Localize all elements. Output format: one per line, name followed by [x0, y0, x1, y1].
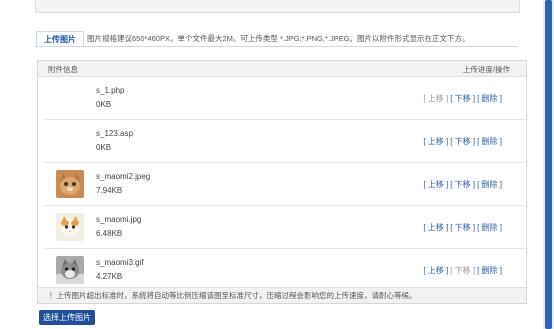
- move-down-link[interactable]: [ 下移 ]: [450, 223, 475, 232]
- delete-link[interactable]: [ 删除 ]: [477, 266, 502, 275]
- file-name: s_maomi3.gif: [96, 258, 144, 267]
- header-progress-ops: 上传进度/操作: [462, 65, 510, 74]
- image-thumbnail: [56, 256, 84, 284]
- attachment-panel: 附件信息 上传进度/操作 s_1.php 0KB[ 上移 ][ 下移 ][ 删除 …: [37, 60, 527, 304]
- move-up-link: [ 上移 ]: [423, 94, 449, 103]
- file-size: 6.48KB: [96, 229, 123, 238]
- tab-divider: [35, 46, 518, 47]
- attachment-table-header: 附件信息 上传进度/操作: [38, 61, 526, 77]
- header-attachment-info: 附件信息: [48, 65, 78, 74]
- move-up-link[interactable]: [ 上移 ]: [423, 266, 448, 275]
- attachment-row: s_1.php 0KB [ 上移 ][ 下移 ][ 删除 ]: [44, 77, 525, 120]
- row-operations: [ 上移 ][ 下移 ][ 删除 ]: [421, 265, 502, 276]
- scrollbar-thumb[interactable]: [545, 0, 552, 329]
- delete-link[interactable]: [ 删除 ]: [477, 137, 502, 146]
- move-up-link[interactable]: [ 上移 ]: [423, 223, 448, 232]
- file-name: s_1.php: [96, 86, 125, 95]
- move-down-link: [ 下移 ]: [450, 266, 476, 275]
- upload-hint: 图片规格建议650*460PX，单个文件最大2M。可上传类型 *.JPG;*.P…: [87, 34, 470, 43]
- delete-link[interactable]: [ 删除 ]: [477, 94, 502, 103]
- file-name: s_maomi2.jpeg: [96, 172, 151, 181]
- delete-link[interactable]: [ 删除 ]: [477, 223, 502, 232]
- move-up-link[interactable]: [ 上移 ]: [423, 137, 448, 146]
- attachment-row: s_maomi3.gif 4.27KB [ 上移 ][ 下移 ][ 删除 ]: [44, 249, 525, 292]
- top-container: [35, 0, 520, 13]
- file-size: 4.27KB: [96, 272, 123, 281]
- row-operations: [ 上移 ][ 下移 ][ 删除 ]: [421, 136, 502, 147]
- attachment-row: s_maomi.jpg 6.48KB [ 上移 ][ 下移 ][ 删除 ]: [44, 206, 525, 249]
- attachment-row: s_maomi2.jpeg 7.94KB [ 上移 ][ 下移 ][ 删除 ]: [44, 163, 525, 206]
- move-up-link[interactable]: [ 上移 ]: [423, 180, 448, 189]
- row-operations: [ 上移 ][ 下移 ][ 删除 ]: [421, 222, 502, 233]
- move-down-link[interactable]: [ 下移 ]: [450, 94, 475, 103]
- attachment-row: s_123.asp 0KB [ 上移 ][ 下移 ][ 删除 ]: [44, 120, 525, 163]
- move-down-link[interactable]: [ 下移 ]: [450, 180, 475, 189]
- move-down-link[interactable]: [ 下移 ]: [450, 137, 475, 146]
- file-name: s_123.asp: [96, 129, 133, 138]
- image-thumbnail: [56, 170, 84, 198]
- select-upload-image-button[interactable]: 选择上传图片: [39, 310, 95, 325]
- attachment-list: s_1.php 0KB[ 上移 ][ 下移 ][ 删除 ] s_123.asp 0KB…: [44, 77, 525, 292]
- compression-notice: ！上传图片超出标准时，系统将自动等比例压缩该图至标准尺寸，压缩过程会影响您的上传…: [38, 287, 526, 303]
- scrollbar[interactable]: [543, 0, 554, 329]
- notice-text: ！上传图片超出标准时，系统将自动等比例压缩该图至标准尺寸，压缩过程会影响您的上传…: [49, 291, 417, 300]
- row-operations: [ 上移 ][ 下移 ][ 删除 ]: [421, 179, 502, 190]
- delete-link[interactable]: [ 删除 ]: [477, 180, 502, 189]
- row-operations: [ 上移 ][ 下移 ][ 删除 ]: [421, 93, 502, 104]
- file-size: 7.94KB: [96, 186, 123, 195]
- file-size: 0KB: [96, 143, 112, 152]
- file-name: s_maomi.jpg: [96, 215, 142, 224]
- file-size: 0KB: [96, 100, 112, 109]
- image-thumbnail: [56, 213, 84, 241]
